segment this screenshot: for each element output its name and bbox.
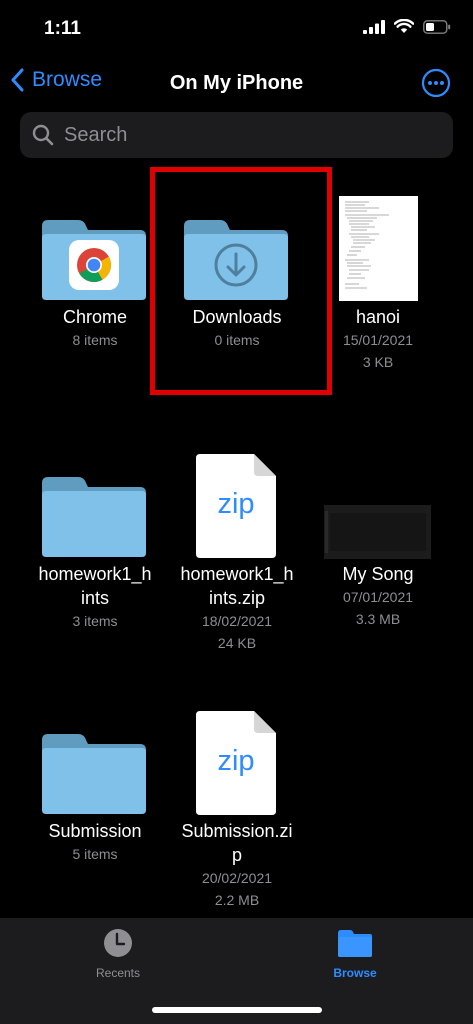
item-size: 3 KB [362, 354, 394, 370]
folder-thumbnail [25, 450, 165, 562]
item-count: 3 items [72, 613, 118, 629]
folder-icon [42, 734, 146, 814]
file-thumbnail: zip [167, 707, 307, 819]
file-grid: Chrome 8 items Downloads 0 items hanoi 1… [0, 0, 473, 1024]
download-arrow-icon [214, 243, 258, 287]
item-name: homework1_h ints.zip [180, 564, 294, 608]
folder-item-chrome[interactable]: Chrome 8 items [25, 193, 165, 351]
folder-thumbnail [25, 707, 165, 819]
item-size: 24 KB [217, 635, 257, 651]
zip-badge: zip [217, 488, 255, 520]
file-thumbnail [308, 450, 448, 562]
document-preview-icon [339, 196, 418, 301]
item-size: 3.3 MB [355, 611, 401, 627]
zip-badge: zip [217, 745, 255, 777]
tab-browse[interactable]: Browse [305, 928, 405, 980]
item-date: 15/01/2021 [342, 332, 414, 348]
item-name: Submission [48, 821, 142, 841]
item-date: 20/02/2021 [201, 870, 273, 886]
folder-icon [338, 930, 372, 957]
file-thumbnail: zip [167, 450, 307, 562]
item-count: 0 items [214, 332, 260, 348]
item-date: 07/01/2021 [342, 589, 414, 605]
item-size: 2.2 MB [214, 892, 260, 908]
file-item-homework1-hints-zip[interactable]: zip homework1_h ints.zip 18/02/2021 24 K… [167, 450, 307, 654]
item-count: 8 items [72, 332, 118, 348]
folder-thumbnail [25, 193, 165, 305]
folder-thumbnail [167, 193, 307, 305]
item-name: Submission.zi p [181, 821, 293, 865]
item-name: Downloads [192, 307, 282, 327]
folder-item-homework1-hints[interactable]: homework1_h ints 3 items [25, 450, 165, 632]
file-item-hanoi[interactable]: hanoi 15/01/2021 3 KB [308, 193, 448, 373]
folder-icon [42, 477, 146, 557]
item-date: 18/02/2021 [201, 613, 273, 629]
video-thumbnail [324, 505, 431, 559]
file-item-my-song[interactable]: My Song 07/01/2021 3.3 MB [308, 450, 448, 630]
clock-icon [104, 929, 132, 957]
home-indicator[interactable] [152, 1007, 322, 1013]
folder-item-downloads[interactable]: Downloads 0 items [167, 193, 307, 351]
tab-label: Recents [95, 966, 141, 980]
file-item-submission-zip[interactable]: zip Submission.zi p 20/02/2021 2.2 MB [167, 707, 307, 911]
tab-recents[interactable]: Recents [68, 928, 168, 980]
folder-item-submission[interactable]: Submission 5 items [25, 707, 165, 865]
chrome-app-icon [69, 240, 119, 290]
item-name: My Song [342, 564, 414, 584]
file-thumbnail [308, 193, 448, 305]
item-name: homework1_h ints [38, 564, 152, 608]
item-name: hanoi [355, 307, 401, 327]
tab-label: Browse [333, 966, 377, 980]
item-count: 5 items [72, 846, 118, 862]
item-name: Chrome [62, 307, 128, 327]
